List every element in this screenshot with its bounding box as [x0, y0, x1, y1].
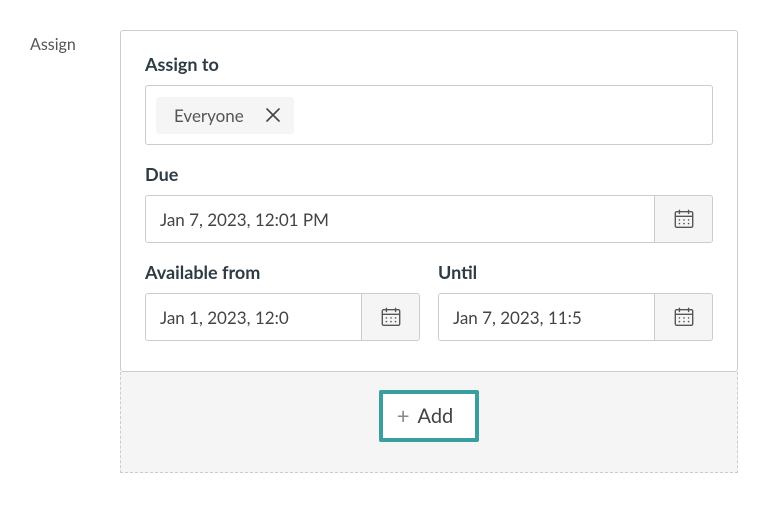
- available-from-input[interactable]: [146, 294, 361, 340]
- assignee-token-label: Everyone: [174, 105, 244, 126]
- add-button-label: Add: [418, 404, 454, 428]
- add-bar: + Add: [120, 372, 738, 473]
- available-from-section: Available from: [145, 261, 420, 341]
- due-section: Due: [145, 163, 713, 243]
- due-date-group: [145, 195, 713, 243]
- section-label: Assign: [30, 30, 82, 473]
- until-input[interactable]: [439, 294, 654, 340]
- close-icon: [266, 108, 280, 122]
- available-from-calendar-button[interactable]: [361, 294, 419, 340]
- available-from-label: Available from: [145, 261, 420, 283]
- due-label: Due: [145, 163, 713, 185]
- assign-card: Assign to Everyone Due: [120, 30, 738, 372]
- until-group: [438, 293, 713, 341]
- assign-to-section: Assign to Everyone: [145, 53, 713, 145]
- assign-to-input[interactable]: Everyone: [145, 85, 713, 145]
- until-calendar-button[interactable]: [654, 294, 712, 340]
- plus-icon: +: [397, 405, 410, 427]
- assign-to-label: Assign to: [145, 53, 713, 75]
- until-section: Until: [438, 261, 713, 341]
- available-from-group: [145, 293, 420, 341]
- add-button[interactable]: + Add: [379, 390, 480, 442]
- remove-assignee-button[interactable]: [266, 108, 280, 122]
- until-label: Until: [438, 261, 713, 283]
- calendar-icon: [380, 306, 402, 328]
- due-date-calendar-button[interactable]: [654, 196, 712, 242]
- calendar-icon: [673, 208, 695, 230]
- calendar-icon: [673, 306, 695, 328]
- assignee-token: Everyone: [156, 97, 294, 134]
- due-date-input[interactable]: [146, 196, 654, 242]
- availability-range: Available from: [145, 261, 713, 341]
